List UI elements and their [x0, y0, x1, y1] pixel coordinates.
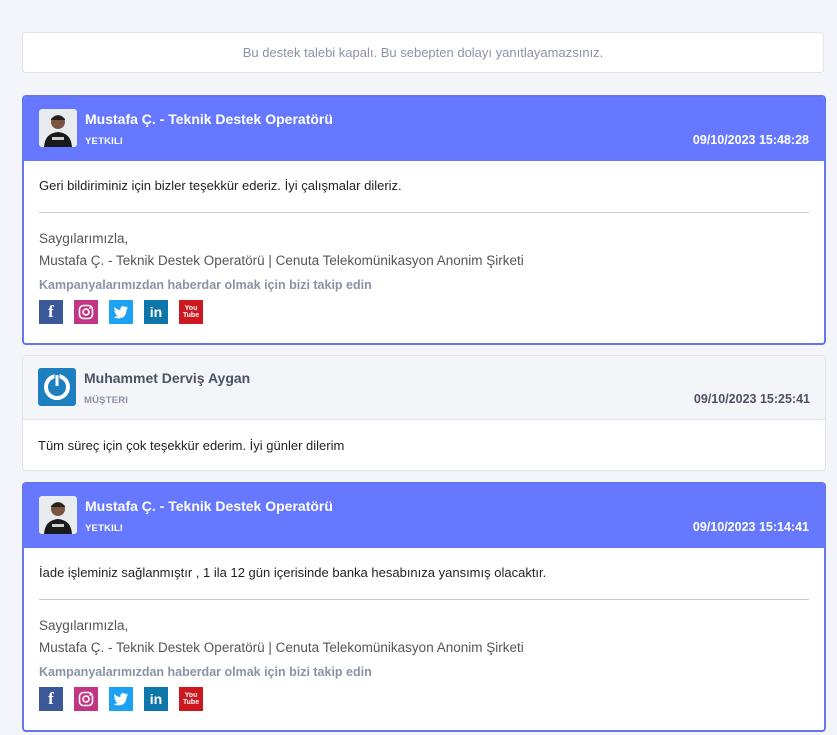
facebook-icon[interactable]: f	[39, 687, 63, 711]
staff-reply-message: Mustafa Ç. - Teknik Destek Operatörü YET…	[22, 95, 826, 345]
signature-divider	[39, 212, 809, 213]
youtube-icon[interactable]: You Tube	[179, 687, 203, 711]
author-name: Muhammet Derviş Aygan	[84, 370, 251, 386]
message-text: Tüm süreç için çok teşekkür ederim. İyi …	[38, 438, 345, 453]
instagram-icon[interactable]	[74, 687, 98, 711]
facebook-icon[interactable]: f	[39, 300, 63, 324]
author-name: Mustafa Ç. - Teknik Destek Operatörü	[85, 498, 333, 514]
social-links: f in You Tube	[39, 300, 809, 324]
social-links: f in You Tube	[39, 687, 809, 711]
twitter-icon[interactable]	[109, 687, 133, 711]
message-header: Mustafa Ç. - Teknik Destek Operatörü YET…	[24, 484, 824, 548]
signature-follow-text: Kampanyalarımızdan haberdar olmak için b…	[39, 665, 372, 679]
youtube-label-bottom: Tube	[182, 699, 200, 706]
author-name: Mustafa Ç. - Teknik Destek Operatörü	[85, 111, 333, 127]
role-badge: YETKILI	[85, 136, 123, 147]
message-text: İade işleminiz sağlanmıştır , 1 ila 12 g…	[39, 565, 547, 580]
client-avatar	[38, 368, 76, 406]
client-reply-message: Muhammet Derviş Aygan MÜŞTERI 09/10/2023…	[22, 355, 826, 471]
message-timestamp: 09/10/2023 15:14:41	[692, 520, 809, 534]
signature-greeting: Saygılarımızla,	[39, 231, 129, 246]
staff-reply-message: Mustafa Ç. - Teknik Destek Operatörü YET…	[22, 482, 826, 732]
message-body: İade işleminiz sağlanmıştır , 1 ila 12 g…	[24, 548, 824, 725]
message-header: Muhammet Derviş Aygan MÜŞTERI 09/10/2023…	[23, 356, 825, 420]
youtube-label-top: You	[184, 305, 198, 312]
ticket-closed-notice: Bu destek talebi kapalı. Bu sebepten dol…	[22, 32, 824, 73]
signature-divider	[39, 599, 809, 600]
message-timestamp: 09/10/2023 15:25:41	[693, 392, 810, 406]
message-timestamp: 09/10/2023 15:48:28	[692, 133, 809, 147]
message-header: Mustafa Ç. - Teknik Destek Operatörü YET…	[24, 97, 824, 161]
instagram-icon[interactable]	[74, 300, 98, 324]
role-badge: MÜŞTERI	[84, 395, 129, 406]
youtube-icon[interactable]: You Tube	[179, 300, 203, 324]
staff-avatar	[39, 496, 77, 534]
signature-follow-text: Kampanyalarımızdan haberdar olmak için b…	[39, 278, 372, 292]
message-body: Geri bildiriminiz için bizler teşekkür e…	[24, 161, 824, 338]
staff-avatar	[39, 109, 77, 147]
message-body: Tüm süreç için çok teşekkür ederim. İyi …	[23, 420, 825, 467]
signature-name: Mustafa Ç. - Teknik Destek Operatörü | C…	[39, 253, 524, 268]
linkedin-icon[interactable]: in	[144, 300, 168, 324]
role-badge: YETKILI	[85, 523, 123, 534]
linkedin-icon[interactable]: in	[144, 687, 168, 711]
twitter-icon[interactable]	[109, 300, 133, 324]
youtube-label-top: You	[184, 692, 198, 699]
message-text: Geri bildiriminiz için bizler teşekkür e…	[39, 178, 402, 193]
signature-name: Mustafa Ç. - Teknik Destek Operatörü | C…	[39, 640, 524, 655]
youtube-label-bottom: Tube	[182, 312, 200, 319]
signature-greeting: Saygılarımızla,	[39, 618, 129, 633]
